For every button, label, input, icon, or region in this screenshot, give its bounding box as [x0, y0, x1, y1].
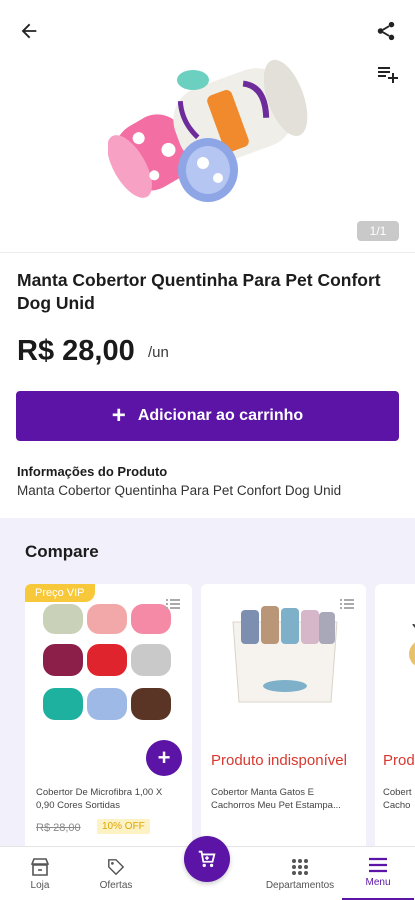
add-to-cart-button[interactable]: + Adicionar ao carrinho	[16, 391, 399, 441]
playlist-add-icon	[378, 67, 398, 83]
product-info: Manta Cobertor Quentinha Para Pet Confor…	[0, 252, 415, 518]
plus-icon: +	[111, 402, 126, 429]
card-product-name: Cobertor De Microfibra 1,00 X 0,90 Cores…	[36, 787, 163, 811]
compare-card[interactable]: Preço VIP + Cobertor De Microfibra 1,00 …	[25, 584, 192, 854]
price-unit: /un	[148, 344, 169, 361]
nav-label: Ofertas	[99, 879, 133, 891]
grid-icon	[292, 858, 308, 875]
cart-icon	[198, 850, 216, 868]
list-icon[interactable]	[166, 598, 180, 610]
compare-title: Compare	[25, 542, 99, 561]
product-thumbnail	[43, 604, 171, 720]
product-info-label: Informações do Produto	[17, 464, 168, 479]
nav-label: Loja	[30, 879, 50, 891]
unavailable-label: Prod	[383, 752, 415, 769]
back-button[interactable]	[14, 16, 44, 46]
nav-label: Menu	[365, 877, 391, 888]
nav-item-ofertas[interactable]: Ofertas	[88, 847, 144, 900]
add-to-cart-label: Adicionar ao carrinho	[137, 407, 304, 424]
compare-card[interactable]: Prod Cobert Cacho	[375, 584, 415, 854]
unavailable-label: Produto indisponível	[211, 752, 347, 769]
product-title: Manta Cobertor Quentinha Para Pet Confor…	[17, 270, 381, 313]
card-product-name: Cobert Cacho	[383, 787, 412, 811]
share-icon	[377, 21, 395, 41]
nav-label: Departamentos	[265, 879, 335, 891]
add-to-list-button[interactable]	[371, 58, 403, 88]
add-button[interactable]: +	[146, 740, 182, 776]
product-price: R$ 28,00	[17, 335, 135, 367]
nav-item-loja[interactable]: Loja	[14, 847, 66, 900]
tag-icon	[108, 858, 125, 875]
nav-item-menu[interactable]: Menu	[342, 847, 414, 900]
arrow-left-icon	[21, 23, 37, 39]
product-info-text: Manta Cobertor Quentinha Para Pet Confor…	[17, 483, 342, 498]
product-thumbnail	[232, 606, 338, 703]
vip-badge: Preço VIP	[25, 584, 95, 602]
image-counter: 1/1	[357, 221, 399, 241]
old-price: R$ 28,00	[36, 822, 81, 834]
compare-section: Compare Preço VIP + Cobertor De Microfib…	[0, 518, 415, 854]
store-icon	[30, 857, 50, 876]
product-hero: 1/1	[0, 0, 415, 252]
cart-button[interactable]	[184, 836, 230, 882]
menu-icon	[369, 857, 387, 873]
card-product-name: Cobertor Manta Gatos E Cachorros Meu Pet…	[211, 787, 341, 811]
plus-icon: +	[157, 745, 171, 770]
compare-card[interactable]: Produto indisponível Cobertor Manta Gato…	[201, 584, 366, 854]
nav-item-departamentos[interactable]: Departamentos	[252, 847, 348, 900]
share-button[interactable]	[371, 16, 401, 46]
discount-badge: 10% OFF	[97, 819, 150, 834]
product-thumbnail	[409, 624, 415, 666]
product-image	[108, 59, 308, 202]
